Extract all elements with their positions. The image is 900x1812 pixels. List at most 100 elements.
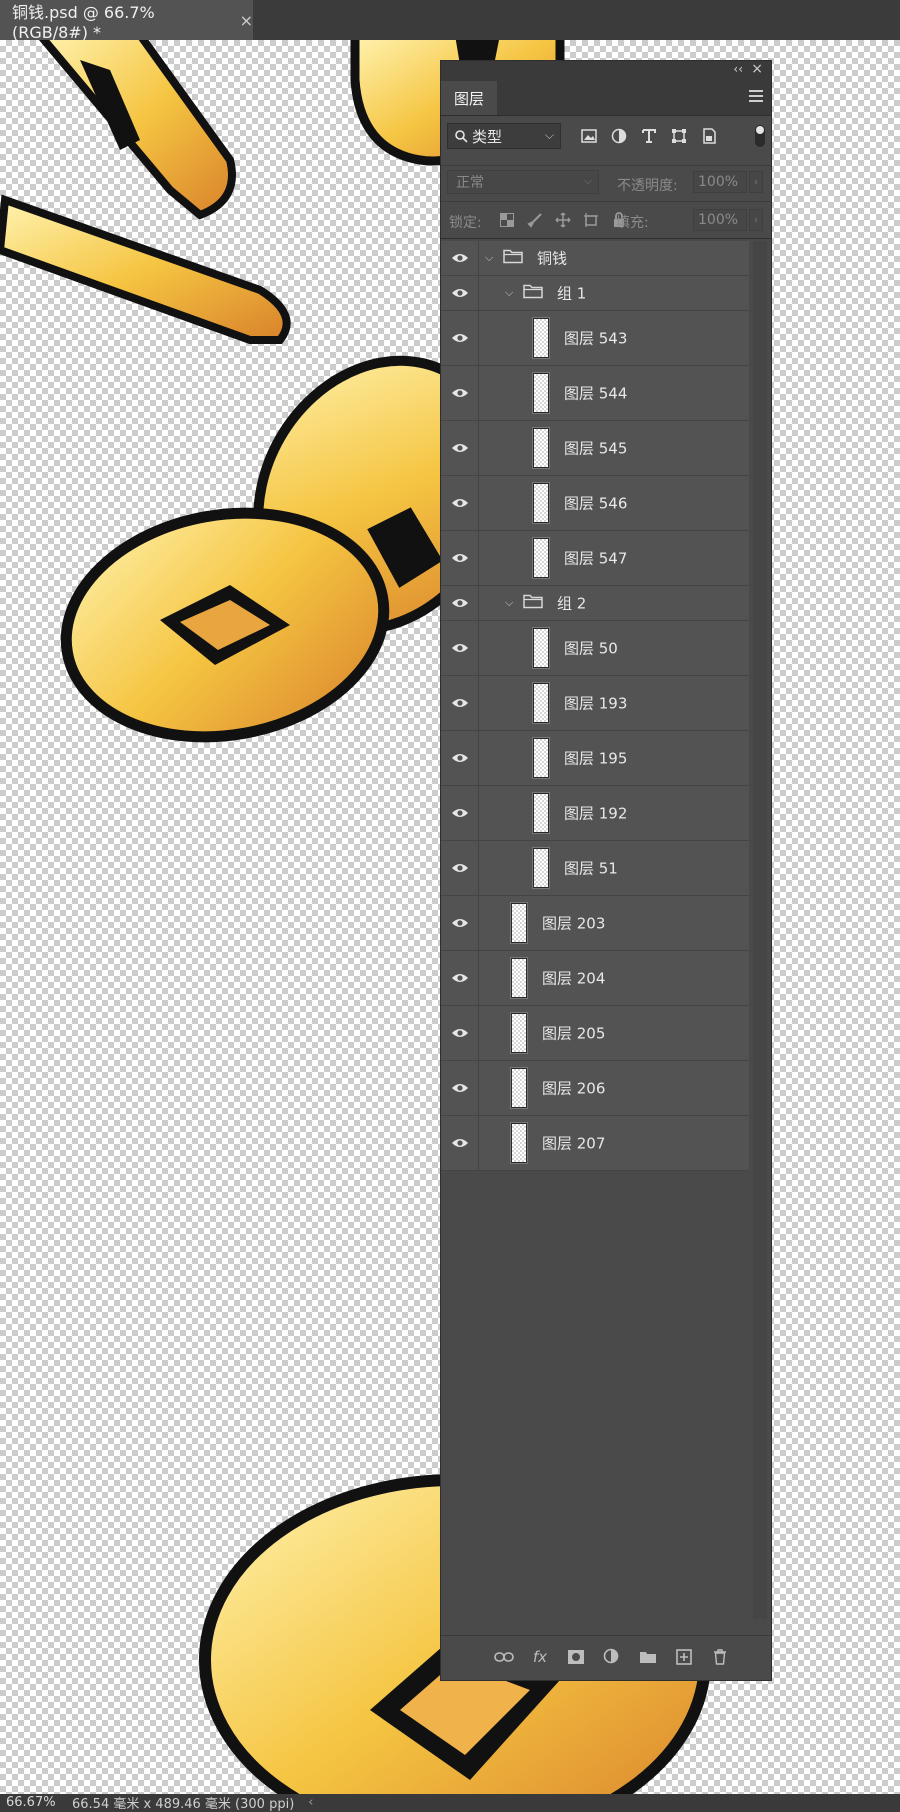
group-name: 铜钱 — [537, 249, 568, 268]
layer-row[interactable]: 图层 205 — [441, 1006, 749, 1061]
tab-layers[interactable]: 图层 — [441, 81, 497, 115]
group-row[interactable]: ⌵ 组 2 — [441, 586, 749, 621]
panel-menu-icon[interactable] — [749, 90, 763, 104]
layer-row[interactable]: 图层 546 — [441, 476, 749, 531]
adjustment-filter-icon[interactable] — [609, 126, 629, 146]
filter-toggle-switch[interactable] — [755, 125, 765, 147]
eye-icon[interactable] — [441, 276, 479, 310]
group-row[interactable]: ⌵ 组 1 — [441, 276, 749, 311]
image-filter-icon[interactable] — [579, 126, 599, 146]
chevron-down-icon: ⌵ — [544, 128, 554, 142]
layer-name: 图层 205 — [542, 1024, 606, 1043]
lock-artboard-icon[interactable] — [581, 210, 601, 230]
eye-icon[interactable] — [441, 421, 479, 475]
expand-arrow-icon[interactable]: ⌵ — [485, 251, 493, 265]
lock-image-icon[interactable] — [525, 210, 545, 230]
eye-icon[interactable] — [441, 951, 479, 1005]
layer-row[interactable]: 图层 547 — [441, 531, 749, 586]
eye-icon[interactable] — [441, 241, 479, 275]
eye-icon[interactable] — [441, 731, 479, 785]
group-name: 组 1 — [557, 284, 587, 303]
eye-icon[interactable] — [441, 531, 479, 585]
document-size: 66.54 毫米 x 489.46 毫米 (300 ppi) — [72, 1797, 295, 1812]
eye-icon[interactable] — [441, 476, 479, 530]
layer-thumbnail — [532, 682, 550, 724]
adjustment-layer-icon[interactable] — [601, 1646, 623, 1668]
status-menu-arrow-icon[interactable]: ‹ — [308, 1795, 313, 1810]
trash-icon[interactable] — [709, 1646, 731, 1668]
layer-thumbnail — [532, 627, 550, 669]
eye-icon[interactable] — [441, 366, 479, 420]
layer-thumbnail — [532, 847, 550, 889]
layer-name: 图层 203 — [542, 914, 606, 933]
layer-thumbnail — [532, 427, 550, 469]
document-tab-bar: 铜钱.psd @ 66.7%(RGB/8#) * × — [0, 0, 900, 42]
group-row[interactable]: ⌵ 铜钱 — [441, 241, 749, 276]
opacity-label: 不透明度: — [617, 178, 678, 194]
fill-dropdown-icon[interactable]: › — [749, 209, 763, 231]
filter-kind-select[interactable]: 类型 ⌵ — [447, 123, 561, 149]
layer-name: 图层 543 — [564, 329, 628, 348]
layer-name: 图层 193 — [564, 694, 628, 713]
expand-arrow-icon[interactable]: ⌵ — [505, 286, 513, 300]
zoom-level[interactable]: 66.67% — [0, 1795, 68, 1810]
layer-row[interactable]: 图层 204 — [441, 951, 749, 1006]
new-layer-icon[interactable] — [673, 1646, 695, 1668]
layer-row[interactable]: 图层 544 — [441, 366, 749, 421]
eye-icon[interactable] — [441, 676, 479, 730]
layer-row[interactable]: 图层 545 — [441, 421, 749, 476]
eye-icon[interactable] — [441, 1116, 479, 1170]
layer-row[interactable]: 图层 192 — [441, 786, 749, 841]
fx-icon[interactable]: fx — [529, 1646, 551, 1668]
eye-icon[interactable] — [441, 896, 479, 950]
layer-name: 图层 544 — [564, 384, 628, 403]
close-panel-icon[interactable]: × — [751, 61, 763, 77]
eye-icon[interactable] — [441, 1006, 479, 1060]
layer-row[interactable]: 图层 543 — [441, 311, 749, 366]
smart-object-filter-icon[interactable] — [699, 126, 719, 146]
type-filter-icon[interactable] — [639, 126, 659, 146]
layer-name: 图层 204 — [542, 969, 606, 988]
eye-icon[interactable] — [441, 786, 479, 840]
close-icon[interactable]: × — [240, 11, 253, 30]
layer-row[interactable]: 图层 51 — [441, 841, 749, 896]
status-bar: 66.67% 66.54 毫米 x 489.46 毫米 (300 ppi) ‹ — [0, 1794, 900, 1812]
eye-icon[interactable] — [441, 586, 479, 620]
add-mask-icon[interactable] — [565, 1646, 587, 1668]
link-layers-icon[interactable] — [493, 1646, 515, 1668]
layer-thumbnail — [510, 1012, 528, 1054]
lock-transparent-icon[interactable] — [497, 210, 517, 230]
shape-filter-icon[interactable] — [669, 126, 689, 146]
layer-thumbnail — [510, 957, 528, 999]
layers-panel: ‹‹ × 图层 类型 ⌵ 正常 ⌵ 不透明度: 100% › 锁定: 填充: 1… — [440, 60, 772, 1681]
layer-row[interactable]: 图层 50 — [441, 621, 749, 676]
layers-scrollbar[interactable] — [753, 241, 767, 1619]
layer-row[interactable]: 图层 203 — [441, 896, 749, 951]
eye-icon[interactable] — [441, 621, 479, 675]
eye-icon[interactable] — [441, 841, 479, 895]
layer-name: 图层 545 — [564, 439, 628, 458]
layer-name: 图层 207 — [542, 1134, 606, 1153]
expand-arrow-icon[interactable]: ⌵ — [505, 596, 513, 610]
new-group-icon[interactable] — [637, 1646, 659, 1668]
layer-name: 图层 51 — [564, 859, 618, 878]
document-tab-title: 铜钱.psd @ 66.7%(RGB/8#) * — [12, 2, 155, 42]
layer-row[interactable]: 图层 195 — [441, 731, 749, 786]
layer-thumbnail — [532, 737, 550, 779]
collapse-panel-icon[interactable]: ‹‹ — [733, 62, 743, 76]
layer-row[interactable]: 图层 193 — [441, 676, 749, 731]
layer-row[interactable]: 图层 207 — [441, 1116, 749, 1171]
eye-icon[interactable] — [441, 1061, 479, 1115]
fill-field[interactable]: 100% — [693, 209, 747, 231]
layer-row[interactable]: 图层 206 — [441, 1061, 749, 1116]
eye-icon[interactable] — [441, 311, 479, 365]
lock-position-icon[interactable] — [553, 210, 573, 230]
filter-kind-value: 类型 — [472, 127, 503, 146]
panel-bottom-toolbar: fx — [441, 1635, 771, 1680]
search-icon — [455, 130, 468, 143]
document-tab[interactable]: 铜钱.psd @ 66.7%(RGB/8#) * × — [0, 0, 253, 42]
opacity-dropdown-icon[interactable]: › — [749, 171, 763, 193]
coin-fragment-top — [38, 40, 236, 220]
opacity-field[interactable]: 100% — [693, 171, 747, 193]
blend-mode-select[interactable]: 正常 ⌵ — [447, 170, 599, 194]
